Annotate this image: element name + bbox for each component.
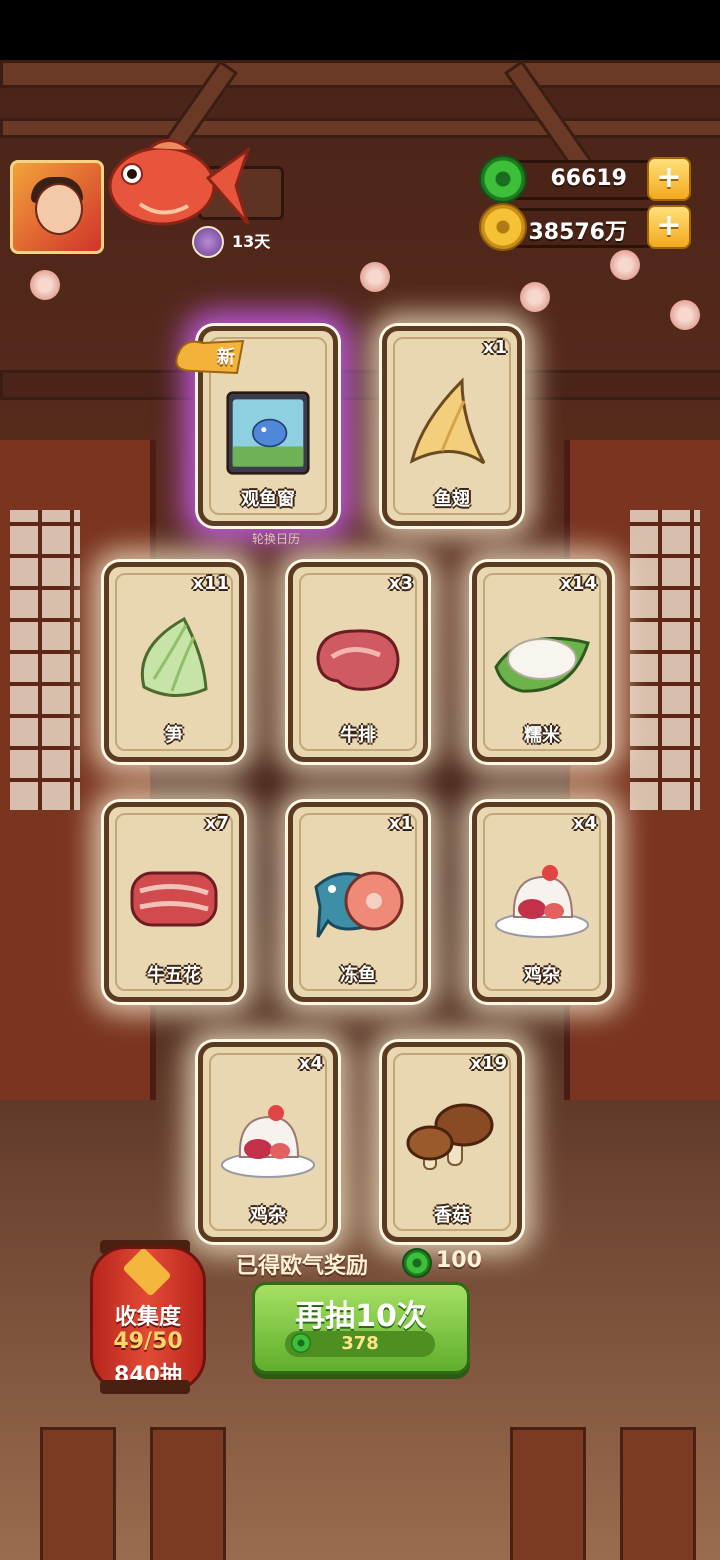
pork-belly-icon	[130, 871, 218, 927]
wall-rail	[0, 370, 720, 400]
card-name: 观鱼窗	[241, 489, 295, 510]
card-name: 鱼翅	[434, 489, 470, 510]
companion-avatar-icon	[192, 226, 224, 258]
status-bar	[0, 0, 720, 60]
fence-post	[150, 1427, 226, 1560]
collection-title: 收集度	[114, 1305, 181, 1330]
avatar-face	[35, 183, 83, 235]
coin-amount: 38576万	[528, 220, 627, 245]
luck-reward-value: 100	[436, 1248, 482, 1273]
fence-post	[40, 1427, 116, 1560]
blossom	[30, 270, 60, 300]
card-name: 笋	[165, 725, 183, 746]
reward-card[interactable]: x4 鸡杂	[472, 802, 612, 1002]
card-name: 鸡杂	[524, 965, 560, 986]
player-avatar[interactable]	[10, 160, 104, 254]
card-count: x1	[388, 813, 413, 834]
bamboo-shoot-icon	[140, 616, 208, 698]
blossom	[670, 300, 700, 330]
coin-currency-bar: 38576万 +	[479, 203, 691, 251]
reward-card[interactable]: x14 糯米	[472, 562, 612, 762]
blossom	[520, 282, 550, 312]
sticky-rice-icon	[494, 636, 590, 693]
reward-card[interactable]: x1 鱼翅	[382, 326, 522, 526]
new-badge-icon	[175, 339, 245, 375]
card-count: x19	[470, 1053, 507, 1074]
add-jade-button[interactable]: +	[647, 157, 691, 201]
draw-again-button[interactable]: 再抽10次 378	[252, 1282, 470, 1374]
blossom	[610, 250, 640, 280]
window-lattice	[10, 510, 80, 810]
card-name: 牛排	[340, 725, 376, 746]
shark-fin-icon	[409, 377, 486, 465]
reward-card[interactable]: x11 笋	[104, 562, 244, 762]
reward-card[interactable]: x3 牛排	[288, 562, 428, 762]
reward-card[interactable]: x7 牛五花	[104, 802, 244, 1002]
jade-icon	[479, 155, 527, 203]
card-name: 糯米	[524, 725, 560, 746]
collection-lantern[interactable]: 收集度 49/50 840抽	[90, 1246, 206, 1392]
reward-card[interactable]: x4 鸡杂	[198, 1042, 338, 1242]
draw-cost-value: 378	[341, 1333, 379, 1354]
card-count: x7	[204, 813, 229, 834]
fish-window-icon	[226, 391, 310, 475]
roof-beam	[0, 60, 720, 88]
draw-again-label: 再抽10次	[295, 1299, 427, 1334]
card-name: 牛五花	[147, 965, 201, 986]
frozen-fish-icon	[314, 871, 404, 938]
blossom	[360, 262, 390, 292]
new-badge-label: 新	[217, 347, 235, 368]
card-name: 香菇	[434, 1205, 470, 1226]
luck-reward-label: 已得欧气奖励	[236, 1254, 369, 1279]
chicken-giblets-icon	[221, 1105, 315, 1178]
reward-card[interactable]: x19 香菇	[382, 1042, 522, 1242]
card-count: x14	[560, 573, 597, 594]
chicken-giblets-icon	[495, 865, 589, 938]
days-counter: 13天	[232, 232, 271, 251]
card-count: x1	[482, 337, 507, 358]
fence-post	[620, 1427, 696, 1560]
koi-fish-icon	[108, 139, 250, 226]
jade-amount: 66619	[550, 166, 627, 191]
card-name: 冻鱼	[340, 965, 376, 986]
shiitake-mushroom-icon	[406, 1103, 494, 1170]
window-lattice	[630, 510, 700, 810]
reward-card[interactable]: 新 观鱼窗	[175, 326, 338, 526]
card-count: x3	[388, 573, 413, 594]
card-count: x11	[192, 573, 229, 594]
steak-icon	[316, 629, 400, 691]
lantern-foot	[100, 1380, 190, 1394]
card-name: 鸡杂	[250, 1205, 286, 1226]
draw-cost-bar: 378	[285, 1331, 435, 1357]
jade-currency-bar: 66619 +	[479, 155, 691, 203]
rotate-calendar-label: 轮换日历	[252, 532, 301, 546]
fortune-badge-icon	[122, 1247, 172, 1297]
jade-icon	[402, 1248, 432, 1278]
coin-icon	[479, 203, 527, 251]
reward-card[interactable]: x1 冻鱼	[288, 802, 428, 1002]
fence-post	[510, 1427, 586, 1560]
card-count: x4	[298, 1053, 323, 1074]
add-coin-button[interactable]: +	[647, 205, 691, 249]
card-count: x4	[572, 813, 597, 834]
collection-progress: 49/50	[113, 1329, 183, 1354]
